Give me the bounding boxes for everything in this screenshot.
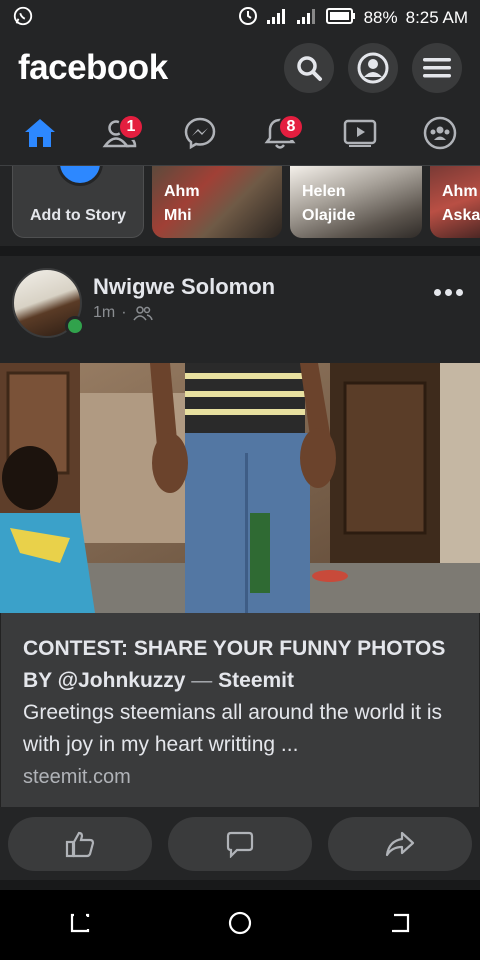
more-dot-icon [455, 288, 463, 296]
notifications-badge: 8 [278, 113, 304, 140]
post-actions [0, 817, 480, 871]
search-button[interactable] [284, 43, 334, 93]
share-arrow-icon [385, 831, 415, 857]
story-name-line1: Ahm [442, 183, 478, 200]
link-source: Steemit [218, 669, 294, 692]
data-saver-icon [238, 6, 258, 31]
more-dot-icon [433, 288, 441, 296]
add-story-plus-icon [57, 166, 103, 186]
post-photo-image [0, 363, 480, 613]
recents-icon [70, 913, 89, 932]
friends-badge: 1 [118, 113, 144, 140]
story-card[interactable]: Helen Olajide [290, 166, 422, 238]
post-options-button[interactable] [428, 280, 468, 304]
comment-button[interactable] [168, 817, 312, 871]
story-card[interactable]: Ahm Mhi [152, 166, 282, 238]
nav-tabs: 1 8 [0, 100, 480, 166]
add-to-story-label: Add to Story [30, 207, 126, 224]
home-icon [25, 118, 55, 147]
story-name-line1: Helen [302, 183, 346, 200]
link-title-dash: — [191, 669, 213, 692]
add-to-story-card[interactable]: Add to Story [12, 166, 144, 238]
hamburger-icon [423, 58, 451, 78]
profile-button[interactable] [348, 43, 398, 93]
tab-notifications[interactable]: 8 [252, 108, 308, 158]
feed-bottom-separator [0, 880, 480, 890]
tab-friends[interactable]: 1 [92, 108, 148, 158]
post-time[interactable]: 1m [93, 304, 115, 322]
story-name-line1: Ahm [164, 183, 200, 200]
tab-groups[interactable] [412, 108, 468, 158]
story-name-line2: Aska [442, 207, 480, 224]
tab-messenger[interactable] [172, 108, 228, 158]
tab-watch[interactable] [332, 108, 388, 158]
link-domain: steemit.com [23, 766, 131, 788]
app-header: facebook [0, 36, 480, 100]
battery-percent: 88% [363, 8, 398, 27]
tab-home[interactable] [12, 108, 68, 158]
online-status-dot [65, 316, 85, 336]
search-icon [297, 56, 322, 81]
back-icon [392, 913, 410, 932]
status-bar: 88% 8:25 AM [0, 0, 480, 36]
clock: 8:25 AM [405, 8, 468, 27]
signal-2-icon [296, 7, 318, 30]
feed-post: Nwigwe Solomon 1m · CONTEST: SHARE YOUR … [0, 256, 480, 880]
link-preview[interactable]: CONTEST: SHARE YOUR FUNNY PHOTOS BY @Joh… [0, 613, 480, 807]
menu-button[interactable] [412, 43, 462, 93]
watch-icon [343, 119, 377, 147]
story-name-line2: Mhi [164, 207, 192, 224]
stories-tray: Add to Story Ahm Mhi Helen Olajide Ahm Aska [0, 166, 480, 246]
story-name-line2: Olajide [302, 207, 356, 224]
whatsapp-notification-icon [12, 5, 34, 32]
facebook-logo[interactable]: facebook [18, 48, 168, 88]
link-description: Greetings steemians all around the world… [23, 701, 443, 756]
signal-icon [266, 7, 288, 30]
post-author-name[interactable]: Nwigwe Solomon [93, 274, 275, 300]
back-button[interactable] [388, 911, 412, 940]
more-dot-icon [444, 288, 452, 296]
system-nav-bar [0, 890, 480, 960]
thumbs-up-icon [65, 831, 95, 858]
friends-audience-icon [132, 306, 153, 321]
home-nav-button[interactable] [227, 910, 253, 941]
recents-button[interactable] [68, 911, 92, 940]
like-button[interactable] [8, 817, 152, 871]
post-meta: 1m · [93, 304, 153, 322]
home-circle-icon [228, 911, 252, 934]
groups-icon [423, 116, 457, 149]
comment-icon [226, 831, 254, 858]
battery-icon [325, 7, 356, 29]
profile-icon [357, 52, 389, 84]
feed-separator [0, 246, 480, 256]
story-card[interactable]: Ahm Aska [430, 166, 480, 238]
post-photo[interactable] [0, 363, 480, 613]
share-button[interactable] [328, 817, 472, 871]
link-title: CONTEST: SHARE YOUR FUNNY PHOTOS BY @Joh… [23, 633, 457, 697]
messenger-icon [184, 117, 216, 149]
meta-separator: · [121, 304, 127, 321]
